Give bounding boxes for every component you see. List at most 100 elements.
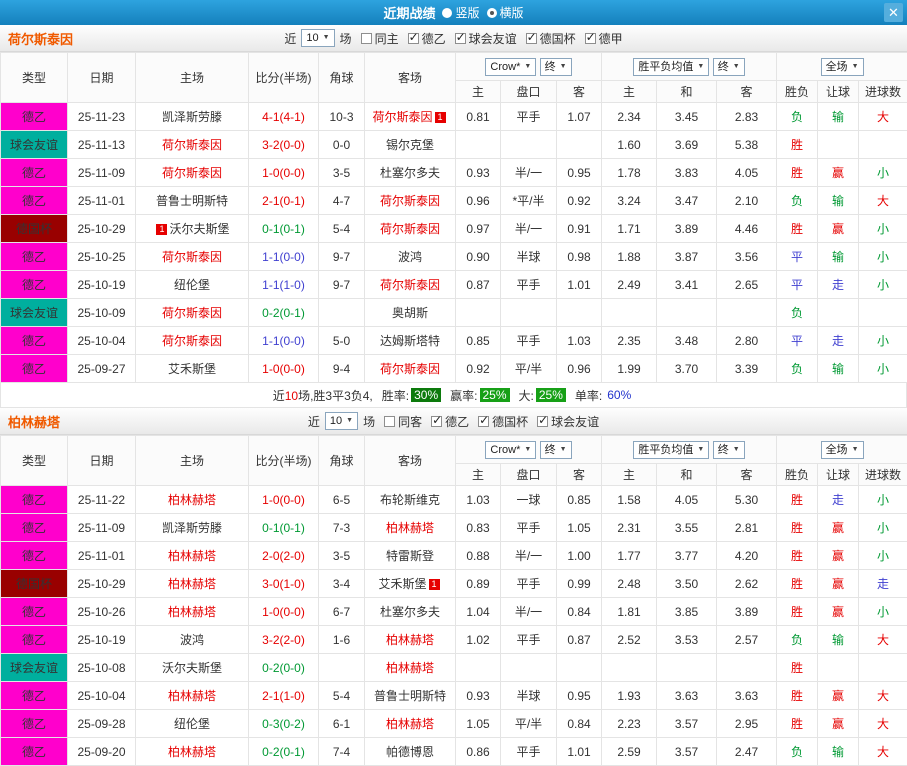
filter-checkbox[interactable]: 同主 — [361, 30, 399, 47]
away-team-cell: 波鸿 — [365, 243, 456, 271]
layout-radio-horizontal[interactable]: 横版 — [487, 4, 524, 21]
team-name[interactable]: 波鸿 — [398, 250, 422, 264]
fullmatch-select[interactable]: 全场▼ — [821, 441, 864, 459]
team-name[interactable]: 荷尔斯泰因 — [380, 194, 440, 208]
checkbox-label: 同主 — [375, 30, 399, 47]
team-name[interactable]: 帕德博恩 — [386, 745, 434, 759]
team-name[interactable]: 荷尔斯泰因 — [162, 334, 222, 348]
score-cell: 0-2(0-0) — [249, 654, 319, 682]
result-goals: 走 — [859, 570, 907, 598]
checkbox-icon[interactable] — [384, 416, 395, 427]
asian-home-odds: 1.02 — [456, 626, 501, 654]
asian-home-odds: 1.04 — [456, 598, 501, 626]
team-name[interactable]: 纽伦堡 — [174, 278, 210, 292]
team-name[interactable]: 柏林赫塔 — [386, 521, 434, 535]
team-name[interactable]: 杜塞尔多夫 — [380, 166, 440, 180]
team-name[interactable]: 波鸿 — [180, 633, 204, 647]
team-name[interactable]: 柏林赫塔 — [168, 745, 216, 759]
team-name[interactable]: 沃尔夫斯堡 — [162, 661, 222, 675]
team-name[interactable]: 凯泽斯劳滕 — [162, 110, 222, 124]
result-handicap: 赢 — [818, 598, 859, 626]
filter-checkbox[interactable]: 德国杯 — [478, 413, 528, 430]
checkbox-icon[interactable] — [455, 33, 466, 44]
team-name[interactable]: 艾禾斯堡 — [168, 362, 216, 376]
match-count-select[interactable]: 10 ▼ — [301, 29, 334, 47]
asian-away-odds: 0.95 — [557, 682, 602, 710]
fullmatch-select[interactable]: 全场▼ — [821, 58, 864, 76]
asian-away-odds — [557, 654, 602, 682]
team-name[interactable]: 布轮斯维克 — [380, 493, 440, 507]
checkbox-icon[interactable] — [478, 416, 489, 427]
europe-final-value: 终 — [718, 443, 729, 457]
asian-handicap — [501, 299, 557, 327]
chevron-down-icon: ▼ — [852, 60, 859, 74]
team-name[interactable]: 锡尔克堡 — [386, 138, 434, 152]
col-europe-draw: 和 — [657, 464, 717, 486]
team-name[interactable]: 柏林赫塔 — [168, 605, 216, 619]
team-name[interactable]: 荷尔斯泰因 — [162, 166, 222, 180]
team-name[interactable]: 特雷斯登 — [386, 549, 434, 563]
odds-company-select[interactable]: Crow*▼ — [485, 441, 536, 459]
result-wdl: 胜 — [777, 570, 818, 598]
filter-checkbox[interactable]: 同客 — [384, 413, 422, 430]
col-corner: 角球 — [319, 436, 365, 486]
radio-icon[interactable] — [442, 8, 452, 18]
team-name[interactable]: 荷尔斯泰因 — [162, 250, 222, 264]
match-count-select[interactable]: 10 ▼ — [325, 412, 358, 430]
europe-home-odds: 3.24 — [602, 187, 657, 215]
team-name[interactable]: 荷尔斯泰因 — [380, 278, 440, 292]
checkbox-icon[interactable] — [431, 416, 442, 427]
match-row: 德乙25-11-23凯泽斯劳滕4-1(4-1)10-3荷尔斯泰因10.81平手1… — [1, 103, 907, 131]
score-cell: 0-1(0-1) — [249, 215, 319, 243]
team-name[interactable]: 荷尔斯泰因 — [380, 362, 440, 376]
europe-final-select[interactable]: 终▼ — [713, 441, 745, 459]
team-name[interactable]: 荷尔斯泰因 — [162, 138, 222, 152]
filter-checkbox[interactable]: 球会友谊 — [455, 30, 517, 47]
team-name[interactable]: 荷尔斯泰因 — [380, 222, 440, 236]
checkbox-icon[interactable] — [526, 33, 537, 44]
filter-checkbox[interactable]: 球会友谊 — [537, 413, 599, 430]
europe-odds-select[interactable]: 胜平负均值▼ — [633, 441, 709, 459]
team-name[interactable]: 柏林赫塔 — [386, 717, 434, 731]
checkbox-icon[interactable] — [361, 33, 372, 44]
checkbox-icon[interactable] — [585, 33, 596, 44]
team-name[interactable]: 凯泽斯劳滕 — [162, 521, 222, 535]
team-name[interactable]: 达姆斯塔特 — [380, 334, 440, 348]
team-name[interactable]: 柏林赫塔 — [386, 633, 434, 647]
asian-final-select[interactable]: 终▼ — [540, 58, 572, 76]
team-name[interactable]: 艾禾斯堡 — [378, 577, 426, 591]
checkbox-icon[interactable] — [537, 416, 548, 427]
europe-final-select[interactable]: 终▼ — [713, 58, 745, 76]
team-name[interactable]: 普鲁士明斯特 — [374, 689, 446, 703]
team-name[interactable]: 柏林赫塔 — [386, 661, 434, 675]
team-name[interactable]: 杜塞尔多夫 — [380, 605, 440, 619]
team-name[interactable]: 荷尔斯泰因 — [372, 110, 432, 124]
home-team-cell: 凯泽斯劳滕 — [136, 514, 249, 542]
result-wdl: 胜 — [777, 654, 818, 682]
radio-icon[interactable] — [487, 8, 497, 18]
checkbox-icon[interactable] — [408, 33, 419, 44]
europe-odds-select[interactable]: 胜平负均值▼ — [633, 58, 709, 76]
corner-cell: 9-7 — [319, 271, 365, 299]
filter-checkbox[interactable]: 德乙 — [408, 30, 446, 47]
team-name[interactable]: 柏林赫塔 — [168, 577, 216, 591]
team-name[interactable]: 柏林赫塔 — [168, 689, 216, 703]
result-goals: 大 — [859, 738, 907, 766]
layout-radio-vertical[interactable]: 竖版 — [442, 4, 479, 21]
team-name[interactable]: 沃尔夫斯堡 — [169, 222, 229, 236]
team-name[interactable]: 纽伦堡 — [174, 717, 210, 731]
odds-company-select[interactable]: Crow*▼ — [485, 58, 536, 76]
team-name[interactable]: 普鲁士明斯特 — [156, 194, 228, 208]
team-name[interactable]: 奥胡斯 — [392, 306, 428, 320]
asian-final-select[interactable]: 终▼ — [540, 441, 572, 459]
checkbox-label: 球会友谊 — [551, 413, 599, 430]
asian-away-odds: 0.99 — [557, 570, 602, 598]
filter-checkbox[interactable]: 德甲 — [585, 30, 623, 47]
team-name[interactable]: 柏林赫塔 — [168, 549, 216, 563]
score-cell: 0-2(0-1) — [249, 738, 319, 766]
close-button[interactable]: ✕ — [884, 3, 903, 22]
team-name[interactable]: 柏林赫塔 — [168, 493, 216, 507]
team-name[interactable]: 荷尔斯泰因 — [162, 306, 222, 320]
filter-checkbox[interactable]: 德乙 — [431, 413, 469, 430]
filter-checkbox[interactable]: 德国杯 — [526, 30, 576, 47]
